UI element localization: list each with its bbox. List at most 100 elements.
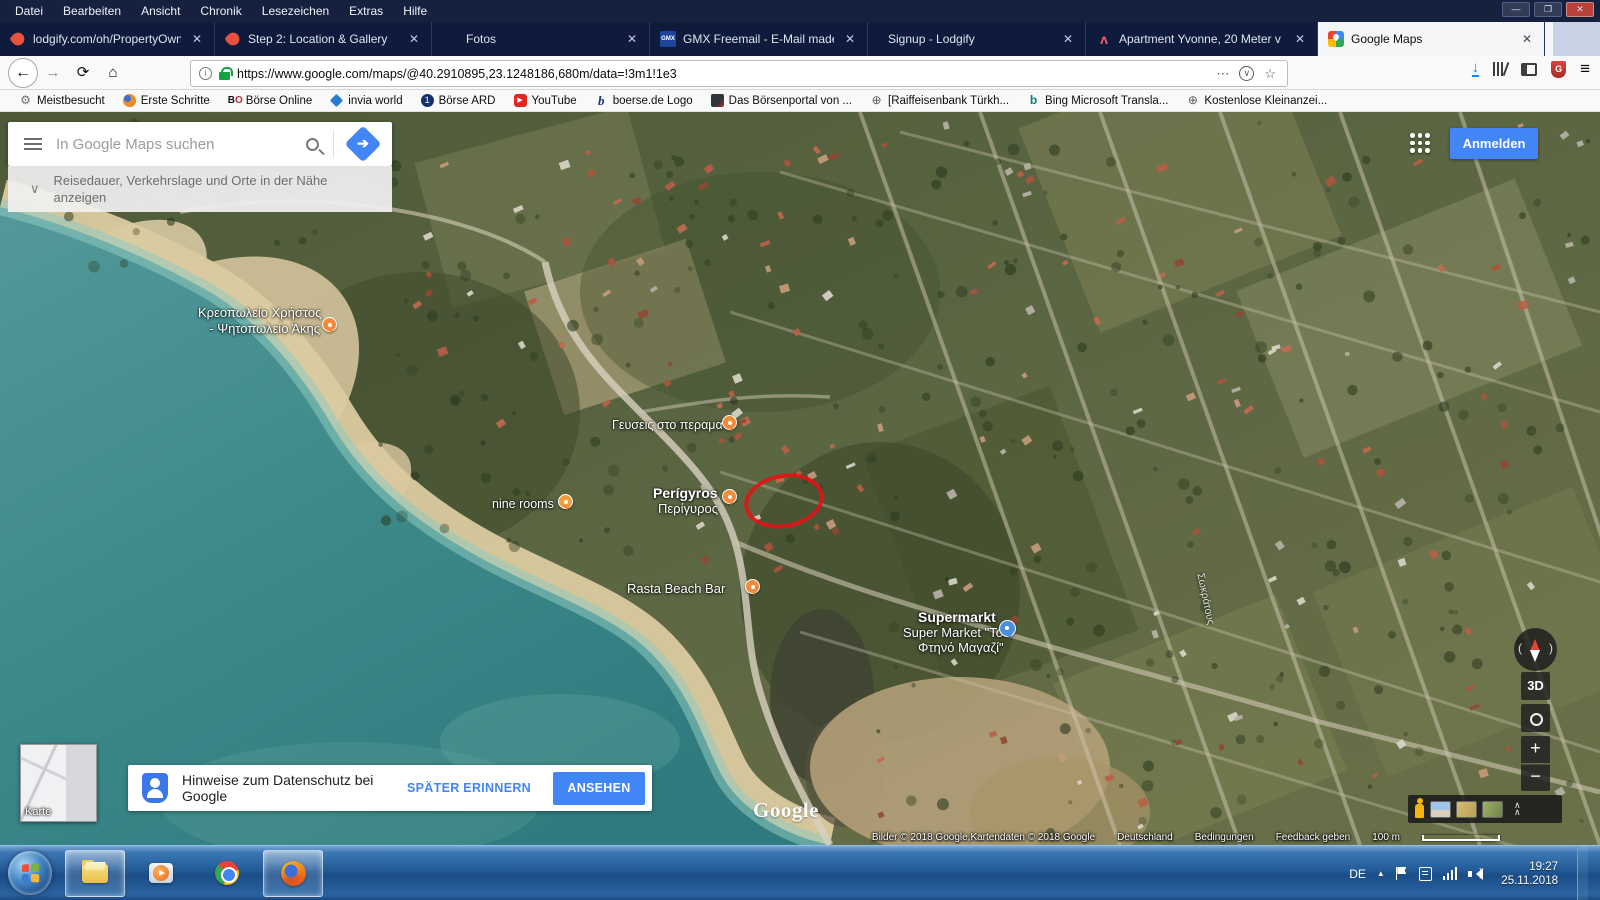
bookmark-youtube[interactable]: ▶ YouTube [507, 91, 584, 111]
tab-close-icon[interactable]: ✕ [405, 32, 423, 46]
tab-close-icon[interactable]: ✕ [188, 32, 206, 46]
site-info-icon[interactable]: i [199, 67, 212, 80]
bookmark-erste-schritte[interactable]: Erste Schritte [116, 91, 217, 111]
sidebar-icon[interactable] [1521, 62, 1538, 76]
supermarket-marker-icon[interactable] [999, 620, 1016, 638]
volume-icon[interactable]: ) [1468, 867, 1484, 881]
lodging-marker-icon[interactable] [558, 494, 573, 510]
bookmark-boerse-ard[interactable]: 1 Börse ARD [414, 91, 503, 111]
bookmark-star-icon[interactable]: ☆ [1261, 66, 1279, 82]
expand-chevron-icon[interactable]: ∧ ∧ [1514, 801, 1521, 817]
tab-close-icon[interactable]: ✕ [1059, 32, 1077, 46]
tab-close-icon[interactable]: ✕ [623, 32, 641, 46]
bookmark-boerse-online[interactable]: BO Börse Online [221, 91, 319, 111]
tab-gmx-freemail[interactable]: GMX GMX Freemail - E-Mail made in ✕ [650, 22, 868, 56]
menu-datei[interactable]: Datei [6, 2, 52, 20]
menu-chronik[interactable]: Chronik [191, 2, 250, 20]
maximize-button[interactable]: ❐ [1534, 2, 1562, 17]
library-icon[interactable] [1493, 62, 1510, 76]
poi-label-supermarkt[interactable]: Supermarkt [918, 609, 996, 625]
tab-lodgify-property[interactable]: lodgify.com/oh/PropertyOwne ✕ [0, 22, 215, 56]
search-icon[interactable] [306, 137, 319, 151]
show-desktop-button[interactable] [1577, 846, 1588, 900]
bookmark-kleinanzeigen[interactable]: ⊕ Kostenlose Kleinanzei... [1179, 91, 1334, 111]
page-actions-icon[interactable]: ⋯ [1213, 66, 1232, 82]
poi-label-butcher[interactable]: Κρεοπωλείο Χρήστος - Ψητοπωλείο Άκης [198, 305, 321, 337]
menu-lesezeichen[interactable]: Lesezeichen [253, 2, 338, 20]
language-indicator[interactable]: DE [1349, 867, 1366, 881]
minimize-button[interactable]: — [1502, 2, 1530, 17]
layer-thumbnail[interactable] [1456, 800, 1477, 818]
tab-signup-lodgify[interactable]: Signup - Lodgify ✕ [868, 22, 1086, 56]
tilt-3d-button[interactable]: 3D [1521, 672, 1550, 700]
restaurant-marker-icon[interactable] [322, 317, 337, 333]
search-input[interactable]: In Google Maps suchen [56, 136, 306, 153]
restaurant-marker-icon[interactable] [722, 489, 737, 505]
network-signal-icon[interactable] [1442, 867, 1458, 880]
downloads-icon[interactable]: ↓ [1471, 60, 1480, 77]
taskbar-firefox-button[interactable] [263, 849, 323, 897]
travel-info-panel[interactable]: ∨ Reisedauer, Verkehrslage und Orte in d… [8, 166, 392, 212]
signin-button[interactable]: Anmelden [1450, 128, 1538, 159]
poi-label-perigyros[interactable]: Perígyros [653, 485, 718, 501]
rotate-right-icon[interactable]: ) [1549, 641, 1553, 655]
forward-button[interactable]: → [38, 59, 68, 87]
tab-apartment-yvonne[interactable]: ʌ Apartment Yvonne, 20 Meter v ✕ [1086, 22, 1318, 56]
start-button[interactable] [8, 851, 52, 895]
view-privacy-button[interactable]: ANSEHEN [553, 771, 645, 805]
zoom-out-button[interactable]: − [1521, 764, 1550, 791]
pocket-icon[interactable]: ∨ [1239, 66, 1255, 81]
bookmark-bing-translator[interactable]: b Bing Microsoft Transla... [1020, 91, 1175, 111]
tab-close-icon[interactable]: ✕ [1518, 32, 1536, 46]
bookmark-meistbesucht[interactable]: ⚙ Meistbesucht [12, 91, 112, 111]
compass-control[interactable]: ( ) [1514, 628, 1557, 671]
feedback-link[interactable]: Feedback geben [1276, 832, 1351, 843]
reload-button[interactable]: ⟳ [68, 59, 98, 87]
hamburger-menu-icon[interactable]: ≡ [1580, 59, 1590, 79]
zoom-in-button[interactable]: + [1521, 736, 1550, 763]
menu-ansicht[interactable]: Ansicht [132, 2, 189, 20]
tab-google-maps-active[interactable]: Google Maps ✕ [1318, 22, 1545, 56]
taskbar-chrome-button[interactable] [197, 850, 257, 897]
bookmark-boersenportal[interactable]: Das Börsenportal von ... [704, 91, 859, 111]
url-bar[interactable]: i https://www.google.com/maps/@40.291089… [190, 60, 1288, 87]
menu-bearbeiten[interactable]: Bearbeiten [54, 2, 130, 20]
minimap-toggle[interactable]: Karte [20, 744, 97, 822]
tab-close-icon[interactable]: ✕ [1291, 32, 1309, 46]
gdata-shield-icon[interactable]: G [1551, 60, 1567, 78]
my-location-button[interactable] [1521, 704, 1550, 732]
menu-extras[interactable]: Extras [340, 2, 392, 20]
bookmark-raiffeisenbank[interactable]: ⊕ [Raiffeisenbank Türkh... [863, 91, 1016, 111]
layer-thumbnail[interactable] [1430, 800, 1451, 818]
tray-app-icon[interactable] [1418, 866, 1432, 881]
tab-fotos[interactable]: Fotos ✕ [432, 22, 650, 56]
layer-thumbnail[interactable] [1482, 800, 1503, 818]
close-window-button[interactable]: ✕ [1566, 2, 1594, 17]
poi-label-tavern[interactable]: Γευσεις στο περαμα [612, 418, 723, 432]
directions-button[interactable]: ➔ [344, 125, 382, 163]
map-viewport[interactable]: Κρεοπωλείο Χρήστος - Ψητοπωλείο Άκης Γευσ… [0, 112, 1600, 845]
action-center-flag-icon[interactable] [1395, 867, 1408, 880]
back-button[interactable]: ← [8, 57, 38, 88]
remind-later-button[interactable]: SPÄTER ERINNERN [407, 781, 531, 795]
bar-marker-icon[interactable] [745, 579, 760, 595]
poi-label-nine-rooms[interactable]: nine rooms [492, 497, 554, 511]
poi-label-rasta-beach-bar[interactable]: Rasta Beach Bar [627, 581, 725, 596]
bookmark-boerse-de[interactable]: b boerse.de Logo [588, 91, 700, 111]
home-button[interactable]: ⌂ [98, 59, 128, 87]
tab-step2-location-gallery[interactable]: Step 2: Location & Gallery ✕ [215, 22, 432, 56]
google-apps-grid-icon[interactable] [1408, 131, 1432, 155]
taskbar-explorer-button[interactable] [65, 849, 125, 897]
tab-close-icon[interactable]: ✕ [841, 32, 859, 46]
rotate-left-icon[interactable]: ( [1518, 641, 1522, 655]
maps-menu-icon[interactable] [24, 135, 42, 153]
pegman-icon[interactable] [1414, 798, 1425, 820]
restaurant-marker-icon[interactable] [722, 415, 737, 431]
bookmark-invia-world[interactable]: invia world [323, 91, 409, 111]
chevron-down-icon[interactable]: ∨ [30, 181, 40, 197]
show-hidden-icons[interactable]: ▲ [1377, 869, 1385, 878]
menu-hilfe[interactable]: Hilfe [394, 2, 436, 20]
taskbar-clock[interactable]: 19:27 25.11.2018 [1501, 860, 1558, 888]
terms-link[interactable]: Bedingungen [1195, 832, 1254, 843]
taskbar-mediaplayer-button[interactable] [131, 850, 191, 897]
